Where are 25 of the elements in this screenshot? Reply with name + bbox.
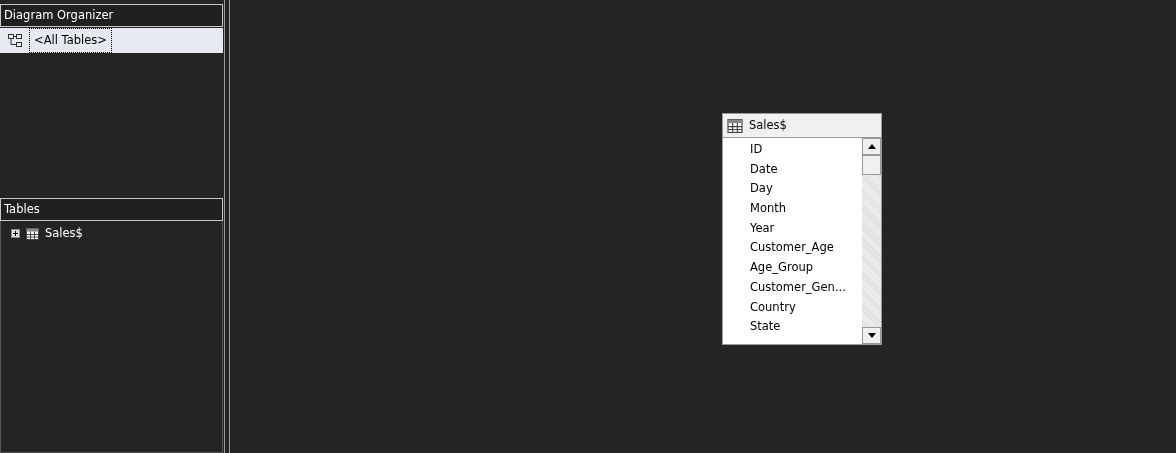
column-name[interactable]: Age_Group — [750, 258, 862, 278]
expand-icon[interactable] — [11, 229, 20, 239]
scroll-thumb[interactable] — [862, 155, 881, 175]
column-name[interactable]: Customer_Age — [750, 238, 862, 259]
column-name[interactable]: Year — [750, 218, 862, 239]
scrollbar[interactable] — [862, 138, 881, 344]
column-name[interactable]: Day — [750, 179, 862, 200]
panel-title: Tables — [0, 198, 223, 221]
column-name[interactable]: Customer_Gen... — [750, 277, 862, 298]
list-item[interactable]: <All Tables> — [0, 28, 223, 53]
table-title: Sales$ — [749, 116, 787, 134]
hierarchy-icon — [8, 34, 22, 47]
column-name[interactable]: Month — [750, 199, 862, 219]
column-name[interactable]: Country — [750, 297, 862, 318]
table-window[interactable]: Sales$ ID Date Day Month Year Customer_Age Age_Group Customer_Gen... Country State — [722, 113, 882, 345]
column-name[interactable]: State — [750, 317, 862, 337]
column-name[interactable]: ID — [750, 140, 862, 160]
column-name[interactable]: Date — [750, 159, 862, 180]
scroll-down-icon[interactable] — [867, 333, 876, 338]
panel-title: Diagram Organizer — [0, 4, 223, 27]
splitter[interactable] — [224, 0, 230, 453]
table-icon — [727, 118, 743, 133]
table-icon — [26, 227, 39, 240]
scroll-up-icon[interactable] — [867, 144, 876, 149]
tree-item-label[interactable]: Sales$ — [45, 225, 83, 243]
